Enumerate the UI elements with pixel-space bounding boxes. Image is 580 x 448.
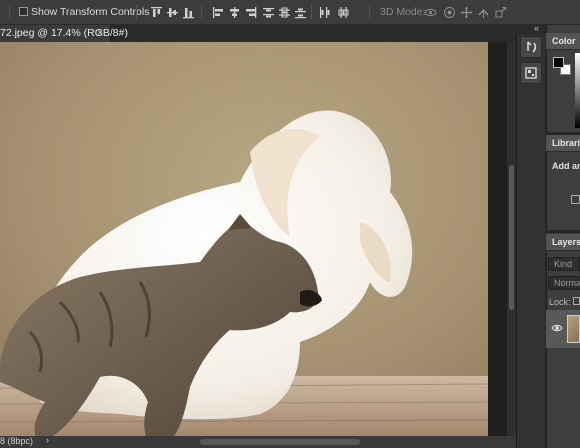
toolbar-separator xyxy=(9,4,10,20)
3d-pan-icon[interactable] xyxy=(460,6,473,19)
3d-roll-icon[interactable] xyxy=(443,6,456,19)
panel-strip-header xyxy=(516,25,545,34)
layer-kind-filter[interactable]: Kind xyxy=(548,257,580,271)
status-menu-arrow-icon[interactable]: › xyxy=(46,435,49,445)
show-transform-controls-checkbox[interactable] xyxy=(19,7,28,16)
blend-mode-value: Normal xyxy=(554,278,580,288)
libraries-add-text: Add an xyxy=(552,161,580,171)
layer-thumbnail xyxy=(567,315,580,343)
document-canvas[interactable] xyxy=(0,42,488,436)
document-tab[interactable]: 72.jpeg @ 17.4% (RGB/8#) × xyxy=(0,25,128,42)
3d-orbit-icon[interactable] xyxy=(424,6,437,19)
layers-panel-title[interactable]: Layers xyxy=(552,237,580,247)
panel-divider xyxy=(546,230,580,233)
history-panel-icon xyxy=(521,37,541,57)
horizontal-scrollbar-thumb[interactable] xyxy=(200,439,360,445)
toolbar-separator xyxy=(369,4,370,20)
align-left-edges-icon[interactable] xyxy=(212,6,225,19)
properties-panel-icon xyxy=(521,63,541,83)
color-panel-title[interactable]: Color xyxy=(552,36,576,46)
3d-scale-icon[interactable] xyxy=(494,6,507,19)
distribute-top-icon[interactable] xyxy=(262,6,275,19)
distribute-hcenter-icon[interactable] xyxy=(337,6,350,19)
document-info: 8 (8bpc) xyxy=(0,436,34,446)
toolbar-separator xyxy=(201,4,202,20)
library-item-icon[interactable] xyxy=(571,195,580,204)
layers-panel-header[interactable]: Layers xyxy=(546,234,580,251)
color-panel-header[interactable]: Color xyxy=(546,33,580,50)
vertical-scrollbar-thumb[interactable] xyxy=(509,165,514,310)
collapse-panels-icon[interactable]: « xyxy=(534,23,539,33)
align-top-edges-icon[interactable] xyxy=(150,6,163,19)
document-tab-bar: 72.jpeg @ 17.4% (RGB/8#) × xyxy=(0,25,516,42)
properties-panel-button[interactable] xyxy=(520,62,542,84)
align-right-edges-icon[interactable] xyxy=(244,6,257,19)
document-tab-title[interactable]: 72.jpeg @ 17.4% (RGB/8#) xyxy=(0,27,128,39)
close-tab-icon[interactable]: × xyxy=(97,27,103,39)
options-bar: Show Transform Controls 3D Mode: xyxy=(0,0,580,25)
3d-mode-label: 3D Mode: xyxy=(380,6,426,18)
distribute-bottom-icon[interactable] xyxy=(294,6,307,19)
toolbar-separator xyxy=(136,4,137,20)
align-bottom-edges-icon[interactable] xyxy=(182,6,195,19)
canvas-image xyxy=(0,42,488,436)
3d-slide-icon[interactable] xyxy=(477,6,490,19)
foreground-color-swatch[interactable] xyxy=(553,57,564,68)
show-transform-controls-label[interactable]: Show Transform Controls xyxy=(31,6,149,18)
history-panel-button[interactable] xyxy=(520,36,542,58)
align-vertical-centers-icon[interactable] xyxy=(166,6,179,19)
align-horizontal-centers-icon[interactable] xyxy=(228,6,241,19)
libraries-panel-title[interactable]: Libraries xyxy=(552,138,580,148)
eye-icon[interactable] xyxy=(551,323,563,333)
distribute-vcenter-icon[interactable] xyxy=(278,6,291,19)
distribute-left-icon[interactable] xyxy=(318,6,331,19)
blend-mode-dropdown[interactable]: Normal xyxy=(548,276,580,290)
kind-filter-label: Kind xyxy=(554,259,573,269)
color-spectrum[interactable] xyxy=(575,53,580,128)
libraries-panel-header[interactable]: Libraries xyxy=(546,135,580,152)
lock-label: Lock: xyxy=(549,297,571,307)
pasteboard xyxy=(488,42,507,436)
lock-transparent-pixels-icon[interactable] xyxy=(573,297,580,305)
panel-icon-strip xyxy=(516,25,545,448)
toolbar-separator xyxy=(311,4,312,20)
